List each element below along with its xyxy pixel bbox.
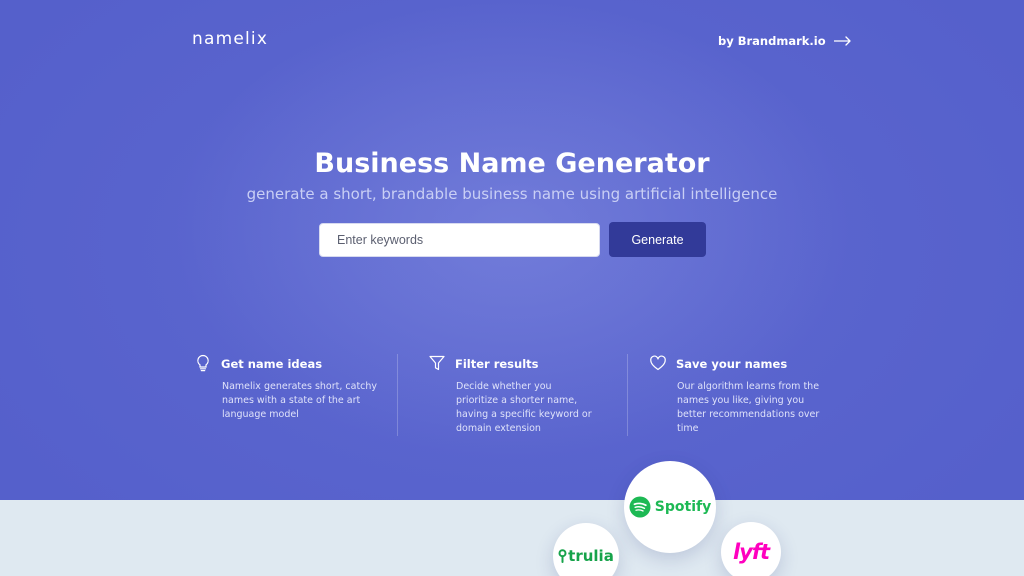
feature-desc: Our algorithm learns from the names you … xyxy=(677,381,820,434)
logo[interactable]: namelix xyxy=(192,29,268,49)
hero-section: namelix by Brandmark.io Business Name Ge… xyxy=(0,0,1024,500)
trulia-wordmark: trulia xyxy=(568,547,614,565)
spotify-logo-badge: Spotify xyxy=(624,461,716,553)
feature-desc: Namelix generates short, catchy names wi… xyxy=(222,381,378,420)
arrow-right-icon xyxy=(833,36,851,46)
filter-icon xyxy=(429,355,445,371)
spotify-icon xyxy=(629,496,651,518)
page-subtitle: generate a short, brandable business nam… xyxy=(246,185,778,203)
feature-title: Save your names xyxy=(676,357,788,371)
feature-desc: Decide whether you prioritize a shorter … xyxy=(456,381,592,434)
generate-button[interactable]: Generate xyxy=(609,222,706,257)
lyft-logo-badge: lyft xyxy=(721,522,781,576)
brandmark-link[interactable]: by Brandmark.io xyxy=(718,34,852,48)
feature-title: Filter results xyxy=(455,357,539,371)
trulia-logo-badge: trulia xyxy=(553,523,619,576)
feature-title: Get name ideas xyxy=(221,357,323,371)
lightbulb-icon xyxy=(197,354,209,372)
feature-divider xyxy=(627,354,628,436)
heart-icon xyxy=(650,355,666,371)
trulia-pin-icon xyxy=(558,549,567,563)
brandmark-link-label: by Brandmark.io xyxy=(718,34,826,48)
feature-divider xyxy=(397,354,398,436)
lyft-wordmark: lyft xyxy=(732,540,770,564)
spotify-wordmark: Spotify xyxy=(654,499,712,515)
page-title: Business Name Generator xyxy=(314,148,710,179)
keywords-input[interactable] xyxy=(319,223,600,257)
